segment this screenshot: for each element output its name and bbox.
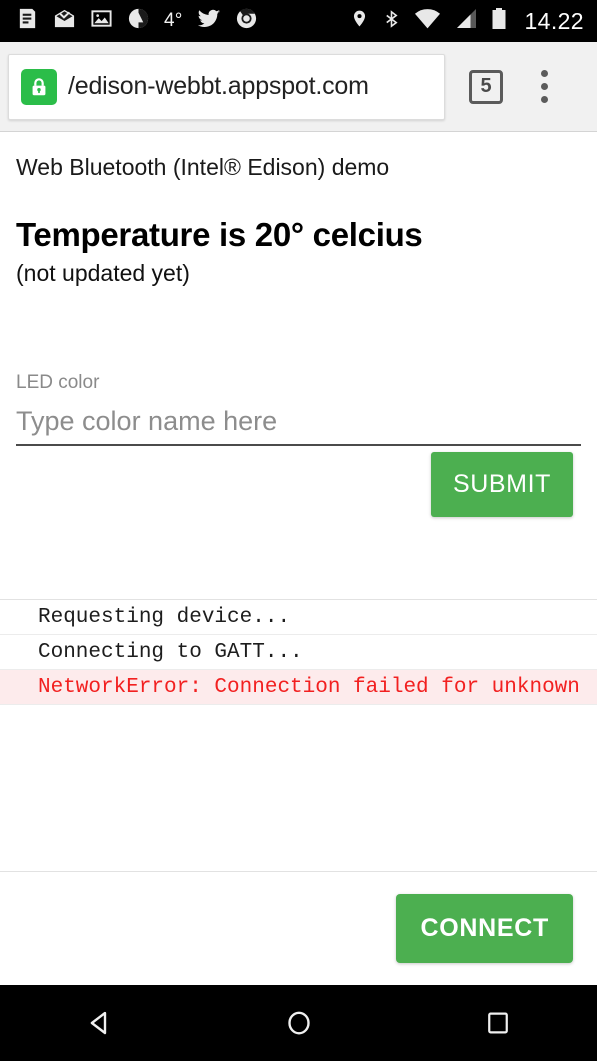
- page-subtitle: Web Bluetooth (Intel® Edison) demo: [16, 154, 390, 180]
- led-color-input[interactable]: [16, 402, 581, 446]
- weather-app-icon: [127, 7, 150, 35]
- recents-icon[interactable]: [453, 985, 543, 1061]
- led-color-label: LED color: [16, 372, 100, 393]
- status-bar-system-icons: 14.22: [350, 7, 584, 36]
- tab-counter-button[interactable]: 5: [469, 69, 503, 104]
- weather-temperature: 4°: [164, 10, 183, 31]
- web-page-content: Web Bluetooth (Intel® Edison) demo Tempe…: [0, 132, 597, 985]
- wifi-icon: [414, 8, 441, 35]
- status-bar-notifications: 4°: [16, 7, 258, 36]
- android-navigation-bar: [0, 985, 597, 1061]
- menu-dot: [540, 96, 548, 103]
- phone-screen: 4° 14.22 /edison-webbt.appspot.com 5 Web…: [0, 0, 597, 1061]
- address-bar[interactable]: /edison-webbt.appspot.com: [8, 53, 445, 120]
- location-pin-icon: [350, 7, 369, 35]
- log-line: Requesting device...: [0, 600, 597, 635]
- url-text: /edison-webbt.appspot.com: [68, 72, 369, 100]
- log-line-error: NetworkError: Connection failed for unkn…: [0, 670, 597, 705]
- photo-icon: [90, 7, 113, 35]
- log-line: Connecting to GATT...: [0, 635, 597, 670]
- overflow-menu-icon[interactable]: [529, 67, 559, 107]
- log-panel: Requesting device... Connecting to GATT.…: [0, 599, 597, 872]
- connect-button[interactable]: CONNECT: [396, 894, 573, 963]
- status-bar-clock: 14.22: [524, 7, 584, 34]
- tab-count-label: 5: [480, 75, 492, 97]
- cellular-signal-icon: [454, 8, 478, 35]
- led-color-field-group: LED color: [16, 372, 581, 446]
- menu-dot: [540, 83, 548, 90]
- chrome-icon: [235, 7, 258, 35]
- temperature-heading: Temperature is 20° celcius: [16, 216, 423, 253]
- bluetooth-icon: [382, 7, 401, 36]
- submit-button[interactable]: SUBMIT: [430, 452, 573, 517]
- browser-toolbar: /edison-webbt.appspot.com 5: [0, 42, 597, 132]
- menu-dot: [540, 70, 548, 77]
- temperature-note: (not updated yet): [16, 260, 190, 286]
- lock-icon: [21, 68, 57, 105]
- home-icon[interactable]: [254, 985, 344, 1061]
- battery-icon: [491, 7, 507, 36]
- status-bar: 4° 14.22: [0, 0, 597, 42]
- news-icon: [16, 7, 39, 35]
- back-icon[interactable]: [55, 985, 145, 1061]
- mail-icon: [53, 7, 76, 35]
- twitter-icon: [197, 7, 221, 36]
